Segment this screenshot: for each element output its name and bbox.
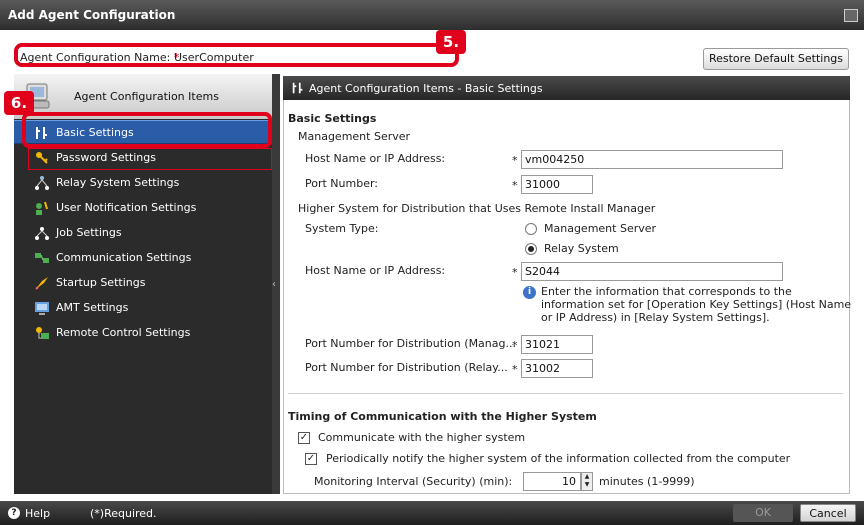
title-bar: Add Agent Configuration [0,0,864,30]
callout-badge-5: 5. [436,30,466,54]
job-icon [35,227,49,240]
sidebar-item-label: Startup Settings [56,276,146,289]
main-panel-header: Agent Configuration Items - Basic Settin… [283,76,850,100]
name-row: Agent Configuration Name: * UserComputer… [0,30,864,72]
help-icon: ? [8,507,20,519]
maximize-icon[interactable] [844,9,858,22]
sidebar-item-startup-settings[interactable]: Startup Settings [14,271,272,295]
password-settings-outline [28,148,272,170]
higher-system-heading: Higher System for Distribution that Uses… [298,202,656,215]
sidebar-item-label: Relay System Settings [56,176,180,189]
sidebar-item-relay-system-settings[interactable]: Relay System Settings [14,171,272,195]
sidebar-item-label: User Notification Settings [56,201,197,214]
sidebar-collapse-handle[interactable]: ‹ [272,74,280,494]
required-mark: * [512,179,518,192]
sidebar-item-remote-control-settings[interactable]: Remote Control Settings [14,321,272,345]
sidebar-item-label: Job Settings [56,226,122,239]
relay-system-radio[interactable] [525,243,537,255]
monitoring-interval-unit: minutes (1-9999) [599,475,695,488]
sidebar-item-job-settings[interactable]: Job Settings [14,221,272,245]
info-text-line3: or IP Address) in [Relay System Settings… [541,311,770,324]
periodic-notify-checkbox[interactable]: ✓ [305,453,317,465]
relay-system-radio-label: Relay System [544,242,619,255]
host-name-label: Host Name or IP Address: [305,152,446,165]
sidebar-header-label: Agent Configuration Items [74,90,219,103]
sidebar-item-communication-settings[interactable]: Communication Settings [14,246,272,270]
port-number-label: Port Number: [305,177,379,190]
chevron-left-icon: ‹ [272,279,276,290]
main-panel-title: Agent Configuration Items - Basic Settin… [309,82,543,95]
footer-bar: ? Help (*)Required. OK Cancel [0,501,864,525]
section-divider [288,393,843,394]
interval-stepper[interactable]: ▲ ▼ [581,472,593,491]
management-server-heading: Management Server [298,130,411,143]
port-distribution-relay-label: Port Number for Distribution (Relay... [305,361,508,374]
periodic-notify-label: Periodically notify the higher system of… [326,452,791,465]
port-number-input[interactable]: 31000 [521,175,593,194]
sidebar-item-label: Communication Settings [56,251,192,264]
required-mark: * [512,363,518,376]
agent-config-name-label: Agent Configuration Name: * [20,51,180,64]
port-distribution-manager-label: Port Number for Distribution (Manag... [305,337,516,350]
system-type-label: System Type: [305,222,379,235]
sidebar-item-label: Remote Control Settings [56,326,191,339]
monitoring-interval-input[interactable]: 10 [523,472,581,491]
user-notify-icon [36,201,48,215]
sidebar-item-label: AMT Settings [56,301,129,314]
remote-control-icon [36,327,49,339]
port-distribution-relay-input[interactable]: 31002 [521,359,593,378]
required-note: (*)Required. [90,507,157,520]
host-name-input[interactable]: vm004250 [521,150,783,169]
agent-config-name-input[interactable]: UserComputer [174,51,254,64]
sidebar-item-amt-settings[interactable]: AMT Settings [14,296,272,320]
port-distribution-manager-input[interactable]: 31021 [521,335,593,354]
required-mark: * [512,154,518,167]
management-server-radio[interactable] [525,223,537,235]
timing-heading: Timing of Communication with the Higher … [288,410,597,423]
required-mark: * [512,266,518,279]
window-title: Add Agent Configuration [8,8,176,22]
info-text-line1: Enter the information that corresponds t… [541,285,792,298]
amt-icon [35,302,49,315]
required-mark: * [512,339,518,352]
info-icon: i [523,286,536,299]
communicate-checkbox[interactable]: ✓ [298,432,310,444]
communication-icon [35,253,49,263]
sidebar-item-user-notification-settings[interactable]: User Notification Settings [14,196,272,220]
restore-default-button[interactable]: Restore Default Settings [703,48,849,70]
callout-badge-6: 6. [4,91,34,115]
management-server-radio-label: Management Server [544,222,657,235]
communicate-label: Communicate with the higher system [318,431,526,444]
host-name-2-label: Host Name or IP Address: [305,264,446,277]
startup-icon [35,277,48,290]
basic-settings-icon [292,82,303,94]
help-button[interactable]: ? Help [8,505,68,522]
basic-settings-heading: Basic Settings [288,112,377,125]
ok-button[interactable]: OK [733,504,793,522]
relay-icon [35,176,49,190]
host-name-2-input[interactable]: S2044 [521,262,783,281]
info-text-line2: information set for [Operation Key Setti… [541,298,852,311]
help-label: Help [25,507,51,520]
monitoring-interval-label: Monitoring Interval (Security) (min): [314,475,513,488]
basic-settings-highlight-box [22,112,272,148]
cancel-button[interactable]: Cancel [800,504,856,522]
